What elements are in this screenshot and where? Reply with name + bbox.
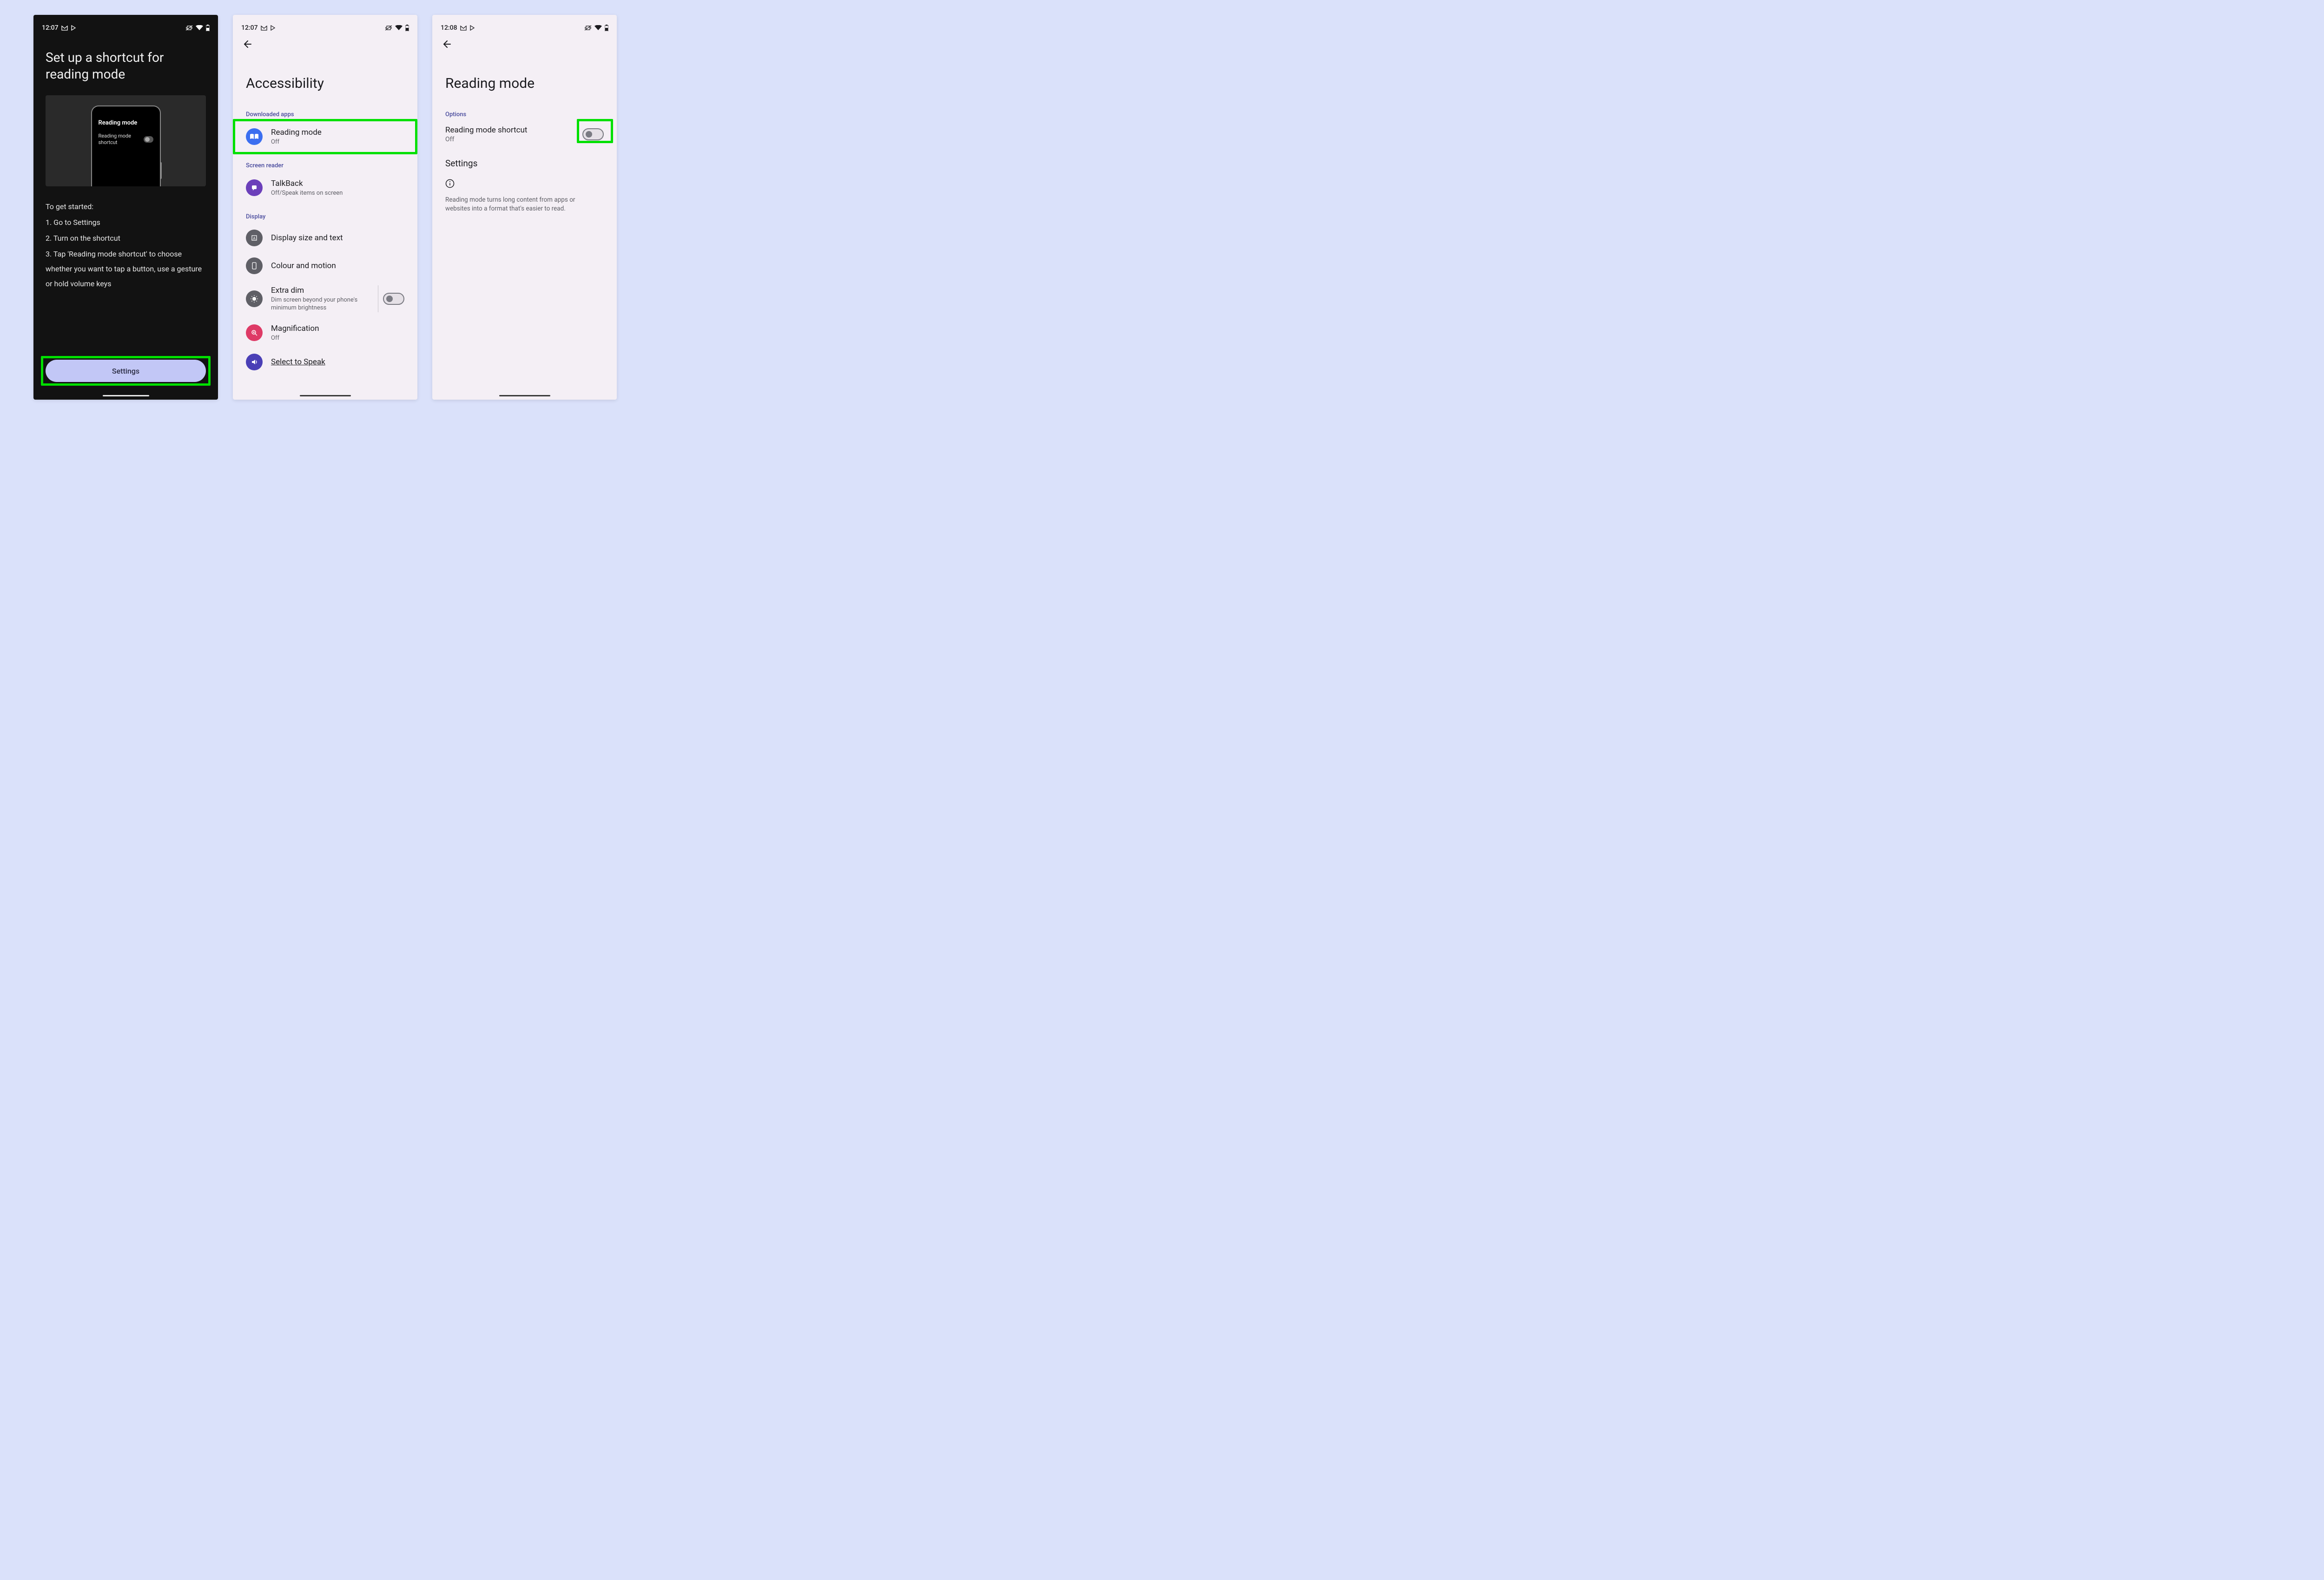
settings-heading[interactable]: Settings bbox=[432, 147, 617, 173]
item-title: Magnification bbox=[271, 323, 404, 334]
item-subtitle: Off/Speak items on screen bbox=[271, 190, 404, 198]
description: Reading mode turns long content from app… bbox=[432, 192, 600, 217]
statusbar: 12:08 bbox=[432, 15, 617, 35]
talkback-icon bbox=[246, 179, 263, 196]
item-title: Reading mode shortcut bbox=[445, 125, 527, 135]
play-store-icon bbox=[469, 25, 475, 31]
item-extra-dim[interactable]: Extra dim Dim screen beyond your phone's… bbox=[233, 280, 417, 318]
display-size-icon: A bbox=[246, 230, 263, 246]
instructions-step-1: 1. Go to Settings bbox=[46, 215, 206, 230]
item-display-size[interactable]: A Display size and text bbox=[233, 224, 417, 252]
battery-icon bbox=[605, 25, 608, 31]
select-to-speak-icon bbox=[246, 354, 263, 370]
screen-accessibility: 12:07 bbox=[233, 15, 417, 400]
item-title: Select to Speak bbox=[271, 357, 404, 367]
instructions-step-3: 3. Tap 'Reading mode shortcut' to choose… bbox=[46, 247, 206, 291]
home-indicator[interactable] bbox=[103, 395, 149, 396]
gmail-icon bbox=[261, 26, 267, 31]
status-time: 12:07 bbox=[241, 24, 258, 32]
home-indicator[interactable] bbox=[300, 395, 351, 396]
item-colour-motion[interactable]: Colour and motion bbox=[233, 252, 417, 280]
instructions-step-2: 2. Turn on the shortcut bbox=[46, 231, 206, 246]
statusbar: 12:07 bbox=[233, 15, 417, 35]
back-button[interactable] bbox=[432, 35, 617, 52]
illus-subtitle: Reading mode shortcut bbox=[99, 133, 141, 146]
svg-text:A: A bbox=[253, 236, 256, 240]
item-subtitle: Dim screen beyond your phone's minimum b… bbox=[271, 296, 369, 312]
info-icon bbox=[432, 173, 617, 192]
gmail-icon bbox=[460, 26, 467, 31]
illustration: Reading mode Reading mode shortcut bbox=[46, 95, 206, 186]
extra-dim-toggle[interactable] bbox=[383, 293, 404, 305]
status-time: 12:07 bbox=[42, 24, 59, 32]
gmail-icon bbox=[61, 26, 68, 31]
wifi-icon bbox=[196, 25, 203, 31]
battery-icon bbox=[405, 25, 409, 31]
highlight-box bbox=[233, 119, 417, 154]
item-subtitle: Off bbox=[271, 335, 404, 342]
illus-title: Reading mode bbox=[99, 119, 153, 126]
item-title: Colour and motion bbox=[271, 261, 404, 271]
statusbar: 12:07 bbox=[33, 15, 218, 35]
section-screen-reader: Screen reader bbox=[233, 152, 417, 173]
highlight-box bbox=[577, 119, 613, 143]
item-select-to-speak[interactable]: Select to Speak bbox=[233, 348, 417, 371]
vibrate-icon bbox=[185, 25, 193, 31]
home-indicator[interactable] bbox=[499, 395, 550, 396]
battery-icon bbox=[206, 25, 210, 31]
instructions-intro: To get started: bbox=[46, 199, 206, 214]
item-title: Display size and text bbox=[271, 233, 404, 243]
back-button[interactable] bbox=[233, 35, 417, 52]
highlight-box bbox=[41, 356, 211, 386]
item-magnification[interactable]: Magnification Off bbox=[233, 318, 417, 348]
item-talkback[interactable]: TalkBack Off/Speak items on screen bbox=[233, 173, 417, 203]
screen-reading-mode-setup: 12:07 Set up a sh bbox=[33, 15, 218, 400]
extra-dim-icon bbox=[246, 290, 263, 307]
play-store-icon bbox=[270, 25, 276, 31]
wifi-icon bbox=[594, 25, 602, 31]
instructions: To get started: 1. Go to Settings 2. Tur… bbox=[46, 199, 206, 291]
vibrate-icon bbox=[584, 25, 592, 31]
colour-motion-icon bbox=[246, 257, 263, 274]
item-title: TalkBack bbox=[271, 178, 404, 189]
page-title: Reading mode bbox=[432, 52, 617, 108]
wifi-icon bbox=[395, 25, 403, 31]
screen-reading-mode-settings: 12:08 bbox=[432, 15, 617, 400]
status-time: 12:08 bbox=[441, 24, 457, 32]
page-title: Set up a shortcut for reading mode bbox=[46, 49, 206, 83]
illus-toggle bbox=[144, 136, 153, 143]
page-title: Accessibility bbox=[233, 52, 417, 108]
vibrate-icon bbox=[385, 25, 392, 31]
item-title: Extra dim bbox=[271, 285, 375, 296]
magnification-icon bbox=[246, 324, 263, 341]
item-subtitle: Off bbox=[445, 136, 527, 143]
section-display: Display bbox=[233, 203, 417, 224]
play-store-icon bbox=[71, 25, 76, 31]
